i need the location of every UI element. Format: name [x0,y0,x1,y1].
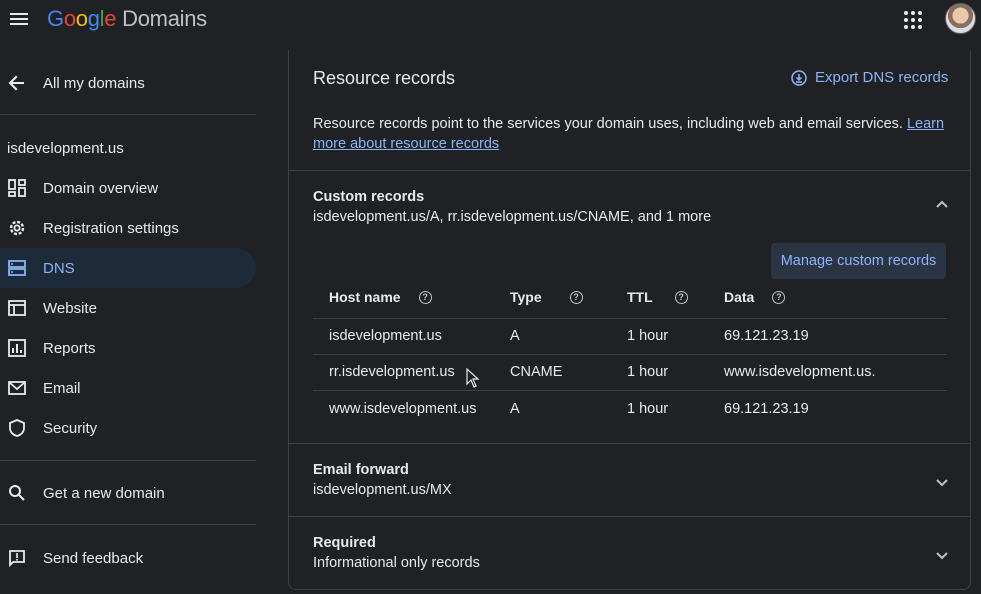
shield-icon [9,419,25,437]
gear-icon [9,220,25,236]
sidebar-nav: All my domains isdevelopment.us Domain o… [0,50,256,594]
back-to-all-domains[interactable]: All my domains [0,63,256,103]
table-cell-host: www.isdevelopment.us [329,401,477,417]
export-dns-records-button[interactable]: Export DNS records [791,69,948,86]
table-cell-ttl: 1 hour [627,364,669,380]
table-cell-data: 69.121.23.19 [724,328,809,344]
column-header-type: Type? [510,289,583,305]
apps-grid-icon[interactable] [903,10,923,30]
sidebar-item-website[interactable]: Website [0,288,256,328]
arrow-back-icon [8,75,24,91]
chevron-up-icon[interactable] [935,197,949,211]
chevron-down-icon[interactable] [935,476,949,490]
section-divider [289,516,970,517]
table-cell-host: isdevelopment.us [329,328,442,344]
sidebar-item-reports[interactable]: Reports [0,328,256,368]
help-icon[interactable]: ? [772,290,786,304]
bar-chart-icon [8,339,26,357]
dns-icon [8,260,26,276]
mail-icon [8,381,26,395]
sidebar-item-registration-settings[interactable]: Registration settings [0,208,256,248]
custom-records-summary: isdevelopment.us/A, rr.isdevelopment.us/… [313,209,712,225]
page-title: Resource records [313,68,456,88]
custom-records-title: Custom records [313,189,425,205]
chevron-down-icon[interactable] [935,549,949,563]
download-icon [791,69,807,86]
description-text: Resource records point to the services y… [313,116,945,152]
top-app-bar: Google Domains [0,0,981,50]
sidebar-divider [0,114,256,115]
table-cell-ttl: 1 hour [627,401,669,417]
table-cell-host: rr.isdevelopment.us [329,364,455,380]
table-divider [313,390,947,391]
required-title: Required [313,535,376,551]
table-cell-ttl: 1 hour [627,328,669,344]
sidebar-divider [0,524,256,525]
email-forward-title: Email forward [313,462,409,478]
help-icon[interactable]: ? [418,290,432,304]
sidebar-item-email[interactable]: Email [0,368,256,408]
current-domain: isdevelopment.us [7,140,124,157]
sidebar-item-domain-overview[interactable]: Domain overview [0,168,256,208]
get-new-domain[interactable]: Get a new domain [0,473,256,513]
sidebar-divider [0,460,256,461]
required-summary: Informational only records [313,555,480,571]
table-divider [313,318,947,319]
table-cell-type: CNAME [510,364,563,380]
table-cell-type: A [510,328,520,344]
web-icon [8,300,26,316]
feedback-icon [9,550,25,567]
google-domains-logo[interactable]: Google Domains [47,6,207,32]
sidebar-item-dns[interactable]: DNS [0,248,256,288]
section-divider [289,170,970,171]
column-header-ttl: TTL? [627,289,688,305]
column-header-host-name: Host name? [329,289,432,305]
account-avatar[interactable] [945,3,976,34]
table-cell-data: www.isdevelopment.us. [724,364,876,380]
search-icon [9,485,25,501]
manage-custom-records-button[interactable]: Manage custom records [771,243,946,279]
table-cell-type: A [510,401,520,417]
resource-records-panel: Resource records Export DNS records Reso… [288,50,971,590]
mouse-cursor-icon [466,368,480,388]
hamburger-menu-icon[interactable] [8,8,30,30]
table-divider [313,354,947,355]
help-icon[interactable]: ? [674,290,688,304]
email-forward-summary: isdevelopment.us/MX [313,482,452,498]
dashboard-icon [8,179,26,197]
section-divider [289,443,970,444]
help-icon[interactable]: ? [569,290,583,304]
column-header-data: Data? [724,289,786,305]
table-cell-data: 69.121.23.19 [724,401,809,417]
sidebar-item-security[interactable]: Security [0,408,256,448]
send-feedback[interactable]: Send feedback [0,538,256,578]
